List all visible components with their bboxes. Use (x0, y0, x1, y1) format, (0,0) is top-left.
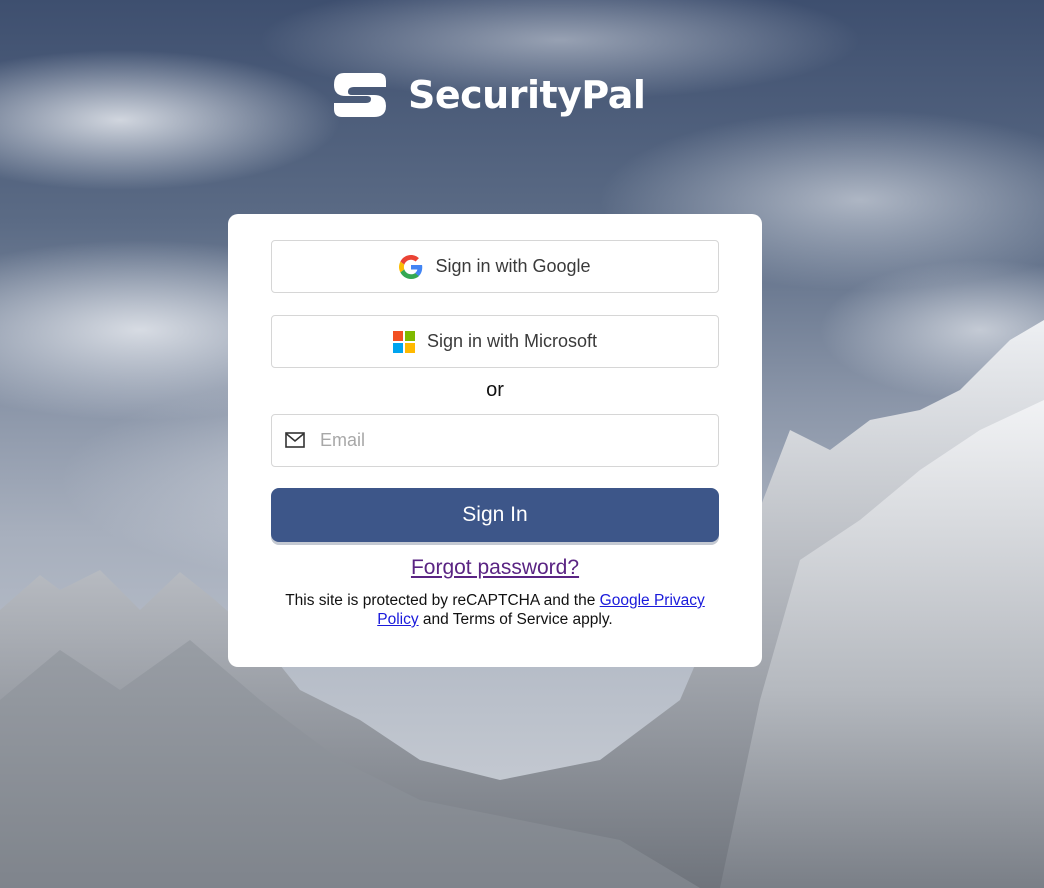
sign-in-button[interactable]: Sign In (271, 488, 719, 542)
mail-icon (285, 432, 305, 448)
or-divider: or (486, 379, 504, 401)
google-g-icon (399, 254, 423, 279)
sign-in-with-microsoft-button[interactable]: Sign in with Microsoft (271, 315, 719, 368)
recaptcha-notice: This site is protected by reCAPTCHA and … (268, 591, 722, 629)
forgot-password-link[interactable]: Forgot password? (411, 556, 579, 579)
microsoft-logo-icon (392, 330, 415, 353)
google-policy-link[interactable]: Policy (377, 611, 418, 628)
sign-in-card: Sign in with Google Sign in with Microso… (228, 214, 762, 667)
google-button-label: Sign in with Google (435, 256, 591, 276)
securitypal-logo-icon (334, 73, 386, 117)
brand-name: SecurityPal (408, 73, 646, 117)
forgot-password-wrapper: Forgot password? (228, 556, 762, 580)
brand-logo: SecurityPal (334, 72, 646, 118)
recaptcha-prefix: This site is protected by reCAPTCHA and … (285, 592, 600, 609)
microsoft-button-label: Sign in with Microsoft (426, 331, 598, 351)
recaptcha-suffix: and Terms of Service apply. (418, 611, 613, 628)
google-privacy-link[interactable]: Google Privacy (600, 592, 705, 609)
email-field[interactable] (271, 414, 719, 467)
email-input[interactable] (320, 415, 710, 466)
sign-in-with-google-button[interactable]: Sign in with Google (271, 240, 719, 293)
